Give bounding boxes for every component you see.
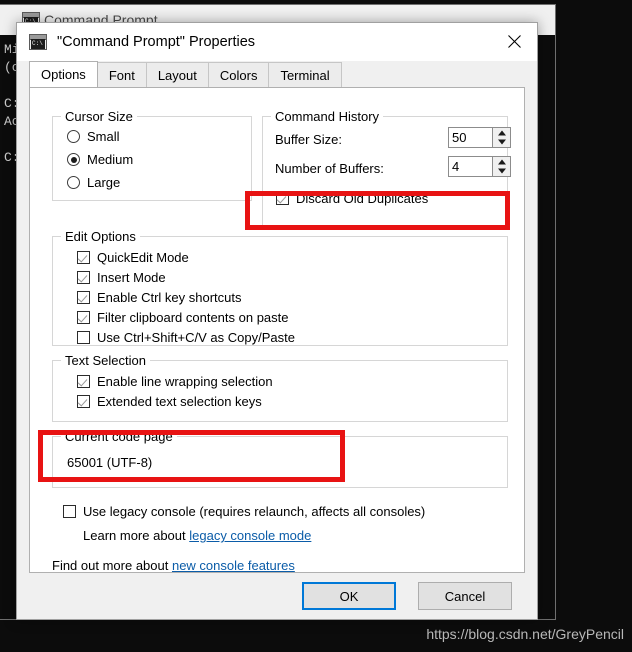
close-button[interactable] bbox=[491, 23, 537, 60]
checkbox-use-legacy-console[interactable]: Use legacy console (requires relaunch, a… bbox=[63, 504, 425, 519]
buffer-size-input[interactable] bbox=[448, 127, 492, 148]
command-history-group-title: Command History bbox=[271, 109, 384, 124]
close-icon bbox=[507, 35, 521, 48]
edit-options-group: Edit Options QuickEdit Mode Insert Mode … bbox=[52, 229, 508, 346]
dialog-title: "Command Prompt" Properties bbox=[57, 34, 256, 50]
edit-options-group-title: Edit Options bbox=[61, 229, 140, 244]
tab-terminal[interactable]: Terminal bbox=[268, 62, 342, 87]
radio-label: Medium bbox=[87, 152, 134, 167]
number-of-buffers-input[interactable] bbox=[448, 156, 492, 177]
dialog-footer: OK Cancel bbox=[17, 573, 537, 619]
cursor-size-group-title: Cursor Size bbox=[61, 109, 137, 124]
checkbox-filter-clipboard-contents-on-paste[interactable]: Filter clipboard contents on paste bbox=[77, 310, 289, 325]
text-selection-group: Text Selection Enable line wrapping sele… bbox=[52, 353, 508, 422]
checkbox-label: Use Ctrl+Shift+C/V as Copy/Paste bbox=[97, 330, 295, 345]
cmd-icon bbox=[29, 34, 47, 50]
command-prompt-properties-dialog: "Command Prompt" Properties Options Font… bbox=[16, 22, 538, 620]
text-selection-group-title: Text Selection bbox=[61, 353, 150, 368]
current-code-page-value: 65001 (UTF-8) bbox=[67, 455, 153, 470]
number-of-buffers-label: Number of Buffers: bbox=[275, 161, 384, 176]
new-console-features-link[interactable]: new console features bbox=[172, 558, 295, 573]
learn-more-line: Learn more about legacy console mode bbox=[83, 528, 311, 543]
checkbox-label: Insert Mode bbox=[97, 270, 166, 285]
checkbox-enable-line-wrapping-selection[interactable]: Enable line wrapping selection bbox=[77, 374, 273, 389]
checkbox-icon-checked bbox=[77, 291, 90, 304]
radio-label: Large bbox=[87, 175, 121, 190]
checkbox-discard-old-duplicates[interactable]: Discard Old Duplicates bbox=[276, 191, 428, 206]
radio-icon bbox=[67, 176, 80, 189]
spin-up-icon[interactable] bbox=[493, 157, 510, 167]
number-of-buffers-stepper[interactable] bbox=[448, 156, 511, 177]
checkbox-label: Use legacy console (requires relaunch, a… bbox=[83, 504, 426, 519]
radio-cursor-large[interactable]: Large bbox=[67, 175, 120, 190]
find-out-more-prefix: Find out more about bbox=[52, 558, 172, 573]
tab-colors[interactable]: Colors bbox=[207, 62, 270, 87]
checkbox-icon-checked bbox=[77, 375, 90, 388]
checkbox-use-ctrl-shift-cv-as-copy-paste[interactable]: Use Ctrl+Shift+C/V as Copy/Paste bbox=[77, 330, 295, 345]
find-out-more-line: Find out more about new console features bbox=[52, 558, 295, 573]
checkbox-label: Filter clipboard contents on paste bbox=[97, 310, 289, 325]
dialog-titlebar[interactable]: "Command Prompt" Properties bbox=[17, 23, 537, 61]
checkbox-label: Enable line wrapping selection bbox=[97, 374, 273, 389]
checkbox-quickedit-mode[interactable]: QuickEdit Mode bbox=[77, 250, 189, 265]
checkbox-icon-checked bbox=[77, 251, 90, 264]
checkbox-icon-checked bbox=[276, 192, 289, 205]
tab-font[interactable]: Font bbox=[96, 62, 147, 87]
current-code-page-group: Current code page 65001 (UTF-8) bbox=[52, 429, 508, 488]
cursor-size-group: Cursor Size Small Medium Large bbox=[52, 109, 252, 201]
spin-down-icon[interactable] bbox=[493, 138, 510, 148]
options-tab-panel: Cursor Size Small Medium Large Command H… bbox=[29, 87, 525, 573]
checkbox-icon-checked bbox=[77, 311, 90, 324]
radio-cursor-small[interactable]: Small bbox=[67, 129, 120, 144]
checkbox-enable-ctrl-key-shortcuts[interactable]: Enable Ctrl key shortcuts bbox=[77, 290, 242, 305]
ok-button[interactable]: OK bbox=[302, 582, 396, 610]
radio-label: Small bbox=[87, 129, 120, 144]
radio-cursor-medium[interactable]: Medium bbox=[67, 152, 133, 167]
checkbox-extended-text-selection-keys[interactable]: Extended text selection keys bbox=[77, 394, 262, 409]
radio-icon bbox=[67, 130, 80, 143]
current-code-page-group-title: Current code page bbox=[61, 429, 177, 444]
checkbox-icon-checked bbox=[77, 271, 90, 284]
spin-up-icon[interactable] bbox=[493, 128, 510, 138]
legacy-console-mode-link[interactable]: legacy console mode bbox=[189, 528, 311, 543]
cancel-button[interactable]: Cancel bbox=[418, 582, 512, 610]
checkbox-icon-checked bbox=[77, 395, 90, 408]
checkbox-label: QuickEdit Mode bbox=[97, 250, 189, 265]
tab-layout[interactable]: Layout bbox=[145, 62, 209, 87]
number-of-buffers-spin-buttons[interactable] bbox=[492, 156, 511, 177]
checkbox-label: Discard Old Duplicates bbox=[296, 191, 429, 206]
buffer-size-label: Buffer Size: bbox=[275, 132, 342, 147]
checkbox-insert-mode[interactable]: Insert Mode bbox=[77, 270, 166, 285]
buffer-size-stepper[interactable] bbox=[448, 127, 511, 148]
spin-down-icon[interactable] bbox=[493, 167, 510, 177]
checkbox-icon-unchecked bbox=[63, 505, 76, 518]
checkbox-label: Extended text selection keys bbox=[97, 394, 262, 409]
checkbox-icon-unchecked bbox=[77, 331, 90, 344]
tab-bar[interactable]: Options Font Layout Colors Terminal bbox=[17, 61, 537, 87]
command-history-group: Command History Buffer Size: Number of B… bbox=[262, 109, 511, 226]
radio-icon-selected bbox=[67, 153, 80, 166]
buffer-size-spin-buttons[interactable] bbox=[492, 127, 511, 148]
checkbox-label: Enable Ctrl key shortcuts bbox=[97, 290, 242, 305]
learn-more-prefix: Learn more about bbox=[83, 528, 190, 543]
watermark-text: https://blog.csdn.net/GreyPencil bbox=[426, 626, 624, 642]
tab-options[interactable]: Options bbox=[29, 61, 98, 87]
